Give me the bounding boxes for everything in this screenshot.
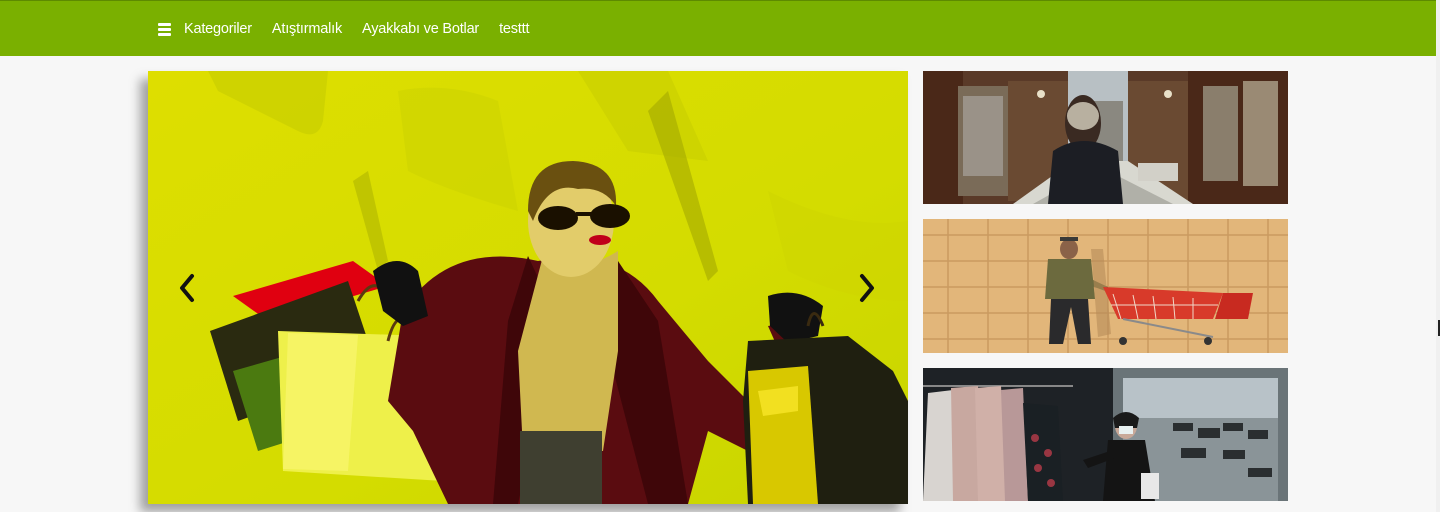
shopping-cart-image: [923, 219, 1288, 353]
hero-slide-image: [148, 71, 908, 504]
hamburger-icon[interactable]: [158, 23, 171, 36]
banner-shopping-cart[interactable]: [923, 219, 1288, 353]
page-scrollbar[interactable]: [1436, 0, 1440, 512]
slider-prev-chevron-left-icon[interactable]: [177, 272, 197, 304]
slider-next-chevron-right-icon[interactable]: [857, 272, 877, 304]
banner-clothing-store[interactable]: [923, 368, 1288, 501]
nav-item-ayakkabi-ve-botlar[interactable]: Ayakkabı ve Botlar: [362, 21, 479, 37]
nav-item-atistirmalik[interactable]: Atıştırmalık: [272, 21, 342, 37]
category-menu: Kategoriler Atıştırmalık Ayakkabı ve Bot…: [158, 1, 549, 57]
banner-shopping-arcade[interactable]: [923, 71, 1288, 204]
arcade-image: [923, 71, 1288, 204]
top-navigation-bar: Kategoriler Atıştırmalık Ayakkabı ve Bot…: [0, 0, 1436, 56]
clothing-store-image: [923, 368, 1288, 501]
nav-item-kategoriler[interactable]: Kategoriler: [184, 21, 252, 37]
nav-item-testtt[interactable]: testtt: [499, 21, 529, 37]
hero-slider[interactable]: [148, 71, 908, 504]
